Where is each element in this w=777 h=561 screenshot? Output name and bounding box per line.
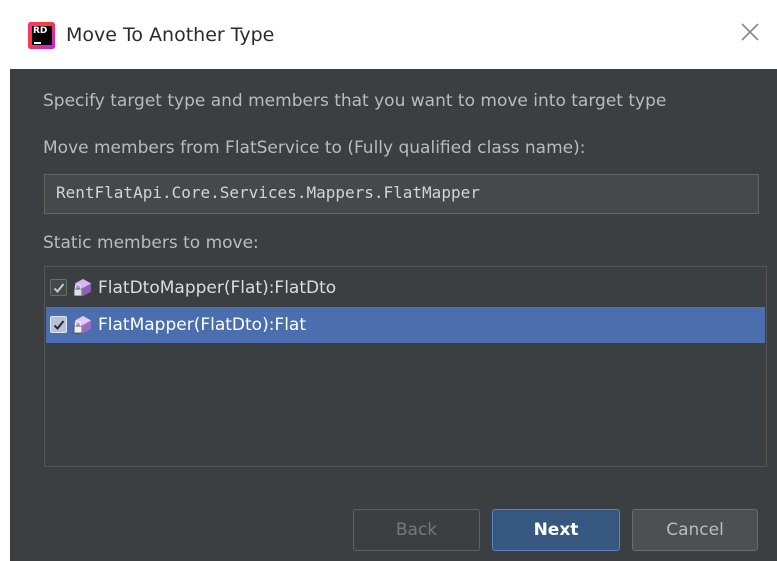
member-2-checkbox[interactable] [50,316,67,333]
target-type-value: RentFlatApi.Core.Services.Mappers.FlatMa… [56,183,480,202]
static-method-lock-icon [72,278,94,298]
close-icon[interactable] [736,16,764,48]
back-button[interactable]: Back [353,509,480,551]
description-text: Specify target type and members that you… [43,91,667,111]
members-list[interactable]: FlatDtoMapper(Flat):FlatDto FlatMapper(F… [44,266,767,467]
static-method-lock-icon [72,315,94,335]
target-type-input[interactable]: RentFlatApi.Core.Services.Mappers.FlatMa… [44,174,759,214]
list-item-member-2[interactable]: FlatMapper(FlatDto):Flat [46,307,765,343]
target-type-label: Move members from FlatService to (Fully … [43,138,586,158]
next-button[interactable]: Next [492,509,620,551]
rider-app-icon: RD [28,22,55,49]
member-2-label: FlatMapper(FlatDto):Flat [98,315,307,335]
window-edge [0,69,10,561]
member-1-label: FlatDtoMapper(Flat):FlatDto [98,278,337,298]
dialog-body: Specify target type and members that you… [10,69,777,561]
member-1-checkbox[interactable] [50,279,67,296]
title-bar: RD Move To Another Type [0,0,777,69]
list-item-member-1[interactable]: FlatDtoMapper(Flat):FlatDto [46,270,765,306]
members-label: Static members to move: [43,233,259,253]
cancel-button[interactable]: Cancel [632,509,758,551]
dialog-title: Move To Another Type [66,24,275,46]
